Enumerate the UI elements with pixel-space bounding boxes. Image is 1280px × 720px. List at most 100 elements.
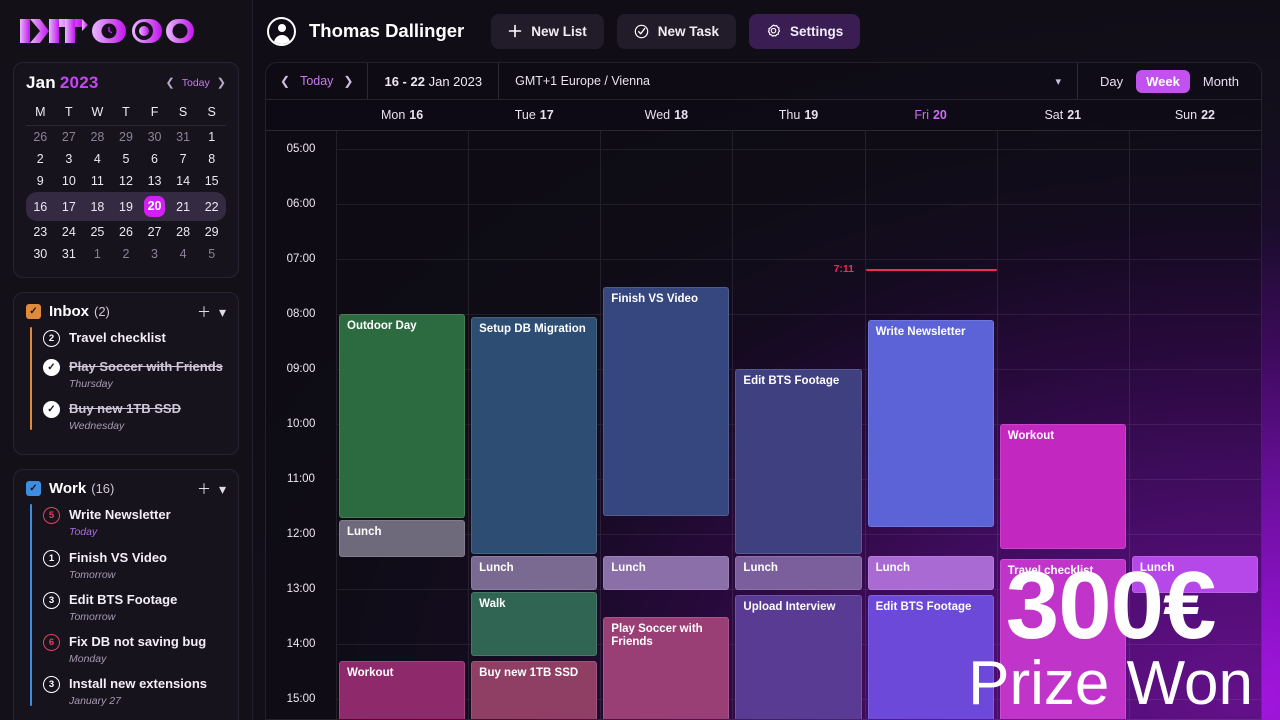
calendar-day-cell[interactable]: 23: [26, 221, 55, 243]
chevron-down-icon[interactable]: ▾: [219, 305, 226, 319]
calendar-day-cell[interactable]: 2: [26, 148, 55, 170]
calendar-day-cell[interactable]: 2: [112, 243, 141, 265]
calendar-day-cell[interactable]: 14: [169, 170, 198, 192]
app-logo[interactable]: [0, 0, 252, 62]
calendar-event[interactable]: Setup DB Migration: [471, 316, 598, 554]
calendar-event[interactable]: Workout: [999, 424, 1126, 549]
calendar-day-cell[interactable]: 30: [26, 243, 55, 265]
calendar-day-cell[interactable]: 24: [55, 221, 84, 243]
calendar-day-cell[interactable]: 18: [83, 192, 112, 221]
day-header-tue[interactable]: Tue 17: [468, 100, 600, 130]
calendar-day-cell[interactable]: 8: [197, 148, 226, 170]
calendar-day-cell[interactable]: 29: [112, 126, 141, 149]
calendar-day-cell[interactable]: 13: [140, 170, 169, 192]
calendar-event[interactable]: Edit BTS Footage: [735, 369, 862, 554]
list-item[interactable]: 3 Edit BTS Footage Tomorrow: [43, 591, 226, 623]
calendar-day-cell[interactable]: 26: [26, 126, 55, 149]
day-header-thu[interactable]: Thu 19: [732, 100, 864, 130]
list-item[interactable]: 3 Install new extensions January 27: [43, 675, 226, 707]
calendar-day-cell[interactable]: 29: [197, 221, 226, 243]
user-avatar-icon[interactable]: [267, 16, 296, 46]
calendar-day-cell[interactable]: 15: [197, 170, 226, 192]
list-checkbox[interactable]: ✓: [26, 481, 41, 497]
calendar-event[interactable]: Play Soccer with Friends: [603, 616, 730, 719]
calendar-day-cell[interactable]: 31: [169, 126, 198, 149]
calendar-day-cell[interactable]: 6: [140, 148, 169, 170]
calendar-day-cell[interactable]: 19: [111, 192, 141, 221]
calendar-day-cell[interactable]: 3: [140, 243, 169, 265]
day-header-sat[interactable]: Sat 21: [997, 100, 1129, 130]
calendar-prev-icon[interactable]: ❮: [280, 74, 290, 88]
calendar-day-cell[interactable]: 1: [197, 126, 226, 149]
settings-button[interactable]: Settings: [749, 13, 861, 49]
calendar-day-cell[interactable]: 21: [168, 192, 198, 221]
new-task-button[interactable]: New Task: [616, 13, 737, 49]
calendar-day-cell[interactable]: 11: [83, 170, 112, 192]
day-column-sun[interactable]: Lunch: [1128, 131, 1261, 719]
calendar-today-button[interactable]: Today: [300, 74, 333, 88]
calendar-day-cell[interactable]: 28: [83, 126, 112, 149]
calendar-day-cell[interactable]: 3: [55, 148, 84, 170]
calendar-day-cell[interactable]: 16: [26, 192, 55, 221]
calendar-event[interactable]: Lunch: [603, 556, 730, 590]
day-column-fri[interactable]: Write Newsletter Lunch Edit BTS Footage 7:1…: [834, 131, 997, 719]
calendar-day-cell[interactable]: 1: [83, 243, 112, 265]
view-option-day[interactable]: Day: [1090, 70, 1133, 93]
calendar-day-cell[interactable]: 12: [112, 170, 141, 192]
calendar-day-cell[interactable]: 9: [26, 170, 55, 192]
calendar-day-cell[interactable]: 27: [140, 221, 169, 243]
calendar-event[interactable]: Lunch: [339, 520, 466, 557]
calendar-day-cell[interactable]: 20: [140, 192, 169, 221]
calendar-day-cell[interactable]: 25: [83, 221, 112, 243]
list-item[interactable]: 5 Write Newsletter Today: [43, 506, 226, 538]
calendar-day-cell[interactable]: 5: [112, 148, 141, 170]
list-item[interactable]: 6 Fix DB not saving bug Monday: [43, 633, 226, 665]
calendar-day-cell[interactable]: 4: [169, 243, 198, 265]
day-column-thu[interactable]: Edit BTS Footage Lunch Upload Interview: [732, 131, 865, 719]
calendar-event[interactable]: Lunch: [471, 556, 598, 590]
list-item[interactable]: ✓ Play Soccer with Friends Thursday: [43, 358, 226, 390]
view-option-month[interactable]: Month: [1193, 70, 1249, 93]
calendar-event[interactable]: Lunch: [1131, 556, 1258, 593]
calendar-event[interactable]: Lunch: [867, 556, 994, 590]
calendar-day-cell[interactable]: 5: [197, 243, 226, 265]
calendar-day-cell[interactable]: 31: [55, 243, 84, 265]
chevron-left-icon[interactable]: ❮: [166, 77, 175, 89]
chevron-down-icon[interactable]: ▾: [219, 482, 226, 496]
day-column-wed[interactable]: Finish VS Video Lunch Play Soccer with Fri…: [600, 131, 733, 719]
calendar-day-cell[interactable]: 28: [169, 221, 198, 243]
day-column-tue[interactable]: Setup DB Migration Lunch Walk Buy new 1TB S…: [468, 131, 601, 719]
plus-icon[interactable]: ＋: [197, 305, 211, 319]
list-item[interactable]: 2 Travel checklist: [43, 329, 226, 348]
day-header-fri[interactable]: Fri 20: [865, 100, 997, 130]
calendar-day-cell[interactable]: 17: [54, 192, 84, 221]
plus-icon[interactable]: ＋: [197, 482, 211, 496]
timezone-selector[interactable]: GMT+1 Europe / Vienna ▾: [499, 74, 1077, 88]
view-option-week[interactable]: Week: [1136, 69, 1190, 93]
calendar-day-cell[interactable]: 30: [140, 126, 169, 149]
calendar-next-icon[interactable]: ❯: [343, 74, 353, 88]
calendar-event[interactable]: Workout: [339, 660, 466, 719]
calendar-event[interactable]: Buy new 1TB SSD: [471, 660, 598, 719]
chevron-right-icon[interactable]: ❯: [217, 77, 226, 89]
new-list-button[interactable]: New List: [491, 13, 604, 49]
day-column-sat[interactable]: Workout Travel checklist: [996, 131, 1129, 719]
calendar-day-cell[interactable]: 22: [197, 192, 226, 221]
day-header-wed[interactable]: Wed 18: [600, 100, 732, 130]
calendar-day-cell[interactable]: 27: [55, 126, 84, 149]
calendar-event[interactable]: Finish VS Video: [603, 286, 730, 516]
day-header-sun[interactable]: Sun 22: [1129, 100, 1261, 130]
calendar-event[interactable]: Lunch: [735, 556, 862, 590]
list-item[interactable]: ✓ Buy new 1TB SSD Wednesday: [43, 400, 226, 432]
list-checkbox[interactable]: ✓: [26, 304, 41, 319]
day-header-mon[interactable]: Mon 16: [336, 100, 468, 130]
calendar-event[interactable]: Edit BTS Footage: [867, 594, 994, 719]
calendar-event[interactable]: Upload Interview: [735, 594, 862, 719]
list-item[interactable]: 1 Finish VS Video Tomorrow: [43, 549, 226, 581]
calendar-day-cell[interactable]: 26: [112, 221, 141, 243]
calendar-event[interactable]: Walk: [471, 591, 598, 656]
mini-calendar-today-button[interactable]: Today: [182, 77, 210, 89]
calendar-event[interactable]: Write Newsletter: [867, 319, 994, 527]
calendar-event[interactable]: Outdoor Day: [339, 314, 466, 519]
calendar-day-cell[interactable]: 4: [83, 148, 112, 170]
